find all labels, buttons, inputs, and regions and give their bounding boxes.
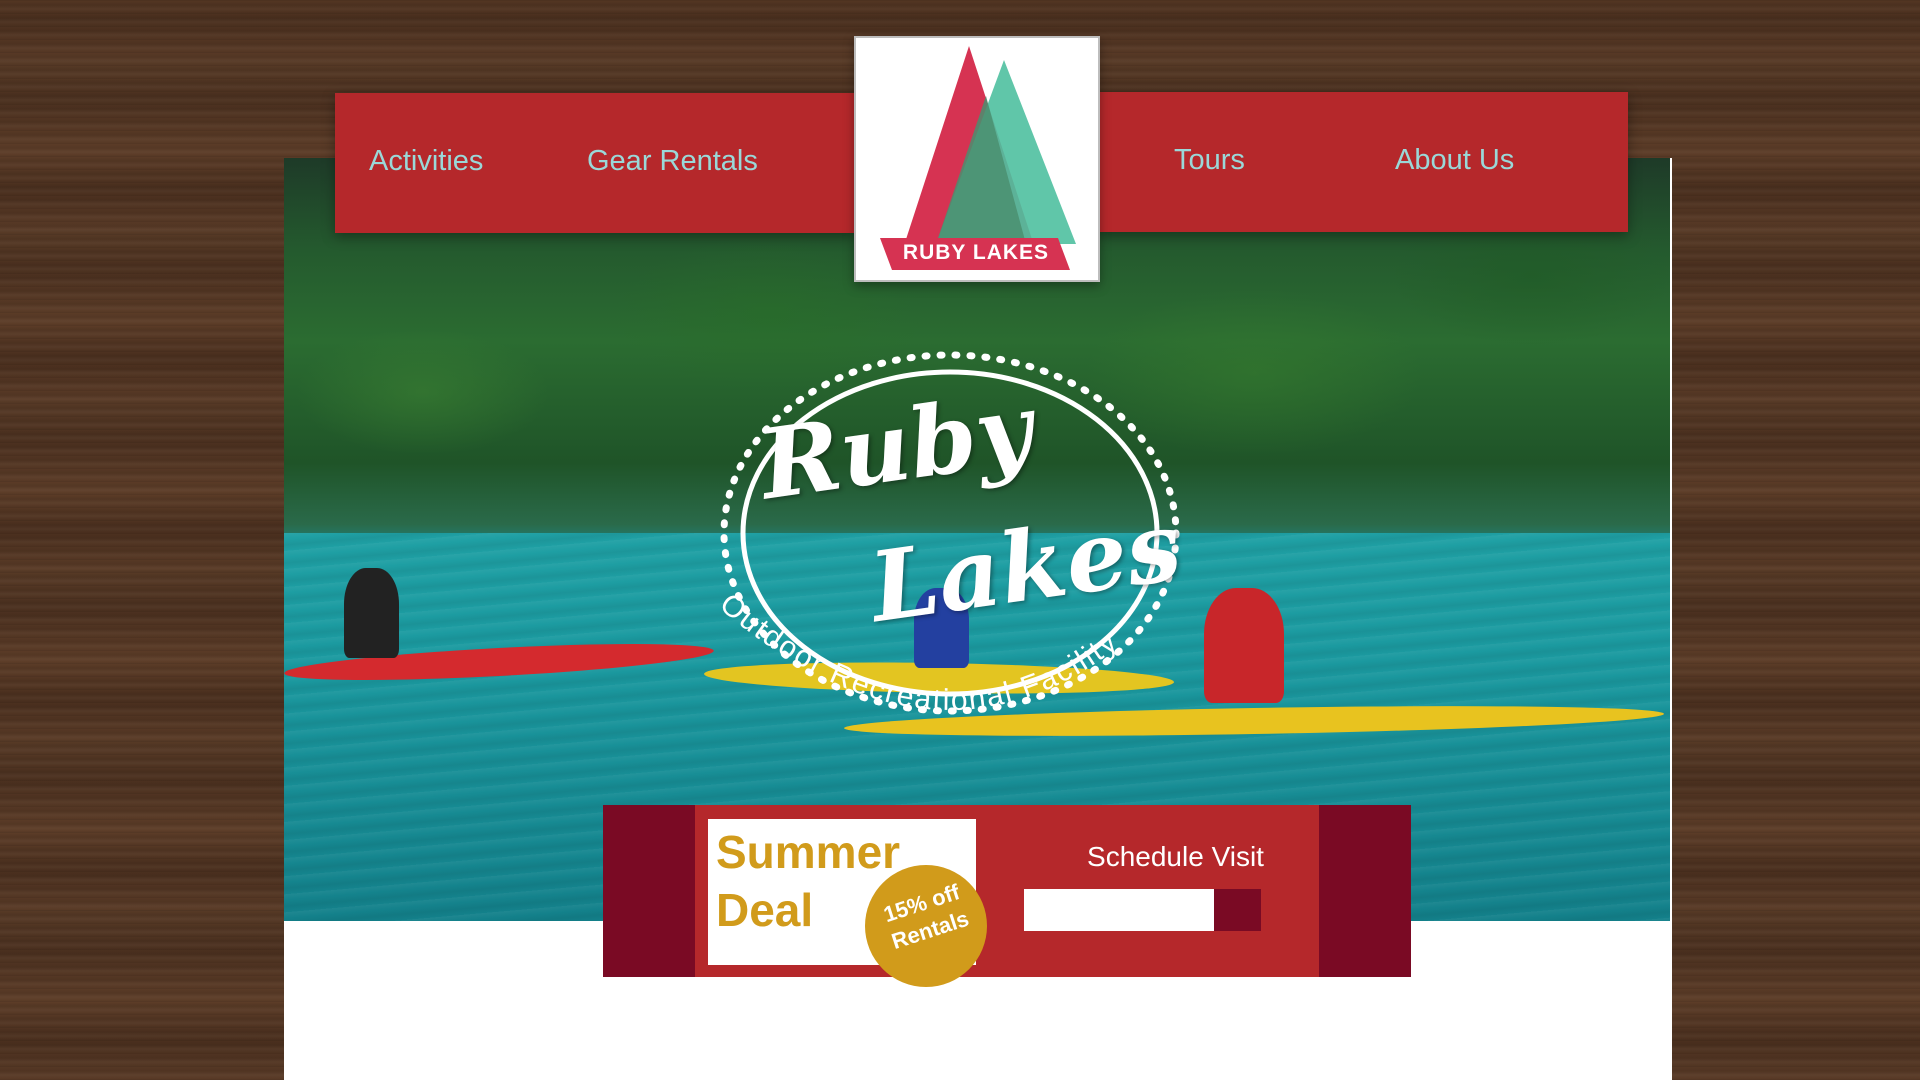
kayaker: [344, 568, 399, 658]
logo-text: RUBY LAKES: [902, 241, 1050, 264]
promo-side-panel: [603, 805, 695, 977]
schedule-visit-label: Schedule Visit: [1087, 841, 1264, 872]
discount-badge-text: 15% off Rentals: [880, 879, 972, 955]
nav-bar-right: Tours About Us: [1098, 92, 1628, 232]
nav-bar-left: Activities Gear Rentals: [335, 93, 855, 233]
logo[interactable]: RUBY LAKES: [854, 36, 1100, 282]
schedule-visit-input[interactable]: [1024, 889, 1214, 931]
nav-link-gear-rentals[interactable]: Gear Rentals: [587, 145, 758, 178]
nav-link-tours[interactable]: Tours: [1174, 144, 1245, 177]
promo-side-panel: [1319, 805, 1411, 977]
discount-badge: 15% off Rentals: [865, 865, 987, 987]
nav-link-about-us[interactable]: About Us: [1395, 144, 1514, 177]
promo-banner: Summer Deal 15% off Rentals Schedule Vis…: [603, 805, 1411, 987]
schedule-submit-button[interactable]: [1214, 889, 1261, 931]
nav-link-activities[interactable]: Activities: [369, 145, 483, 178]
ruby-lakes-emblem: Outdoor Recreational Facility Ruby Lakes: [700, 340, 1220, 760]
